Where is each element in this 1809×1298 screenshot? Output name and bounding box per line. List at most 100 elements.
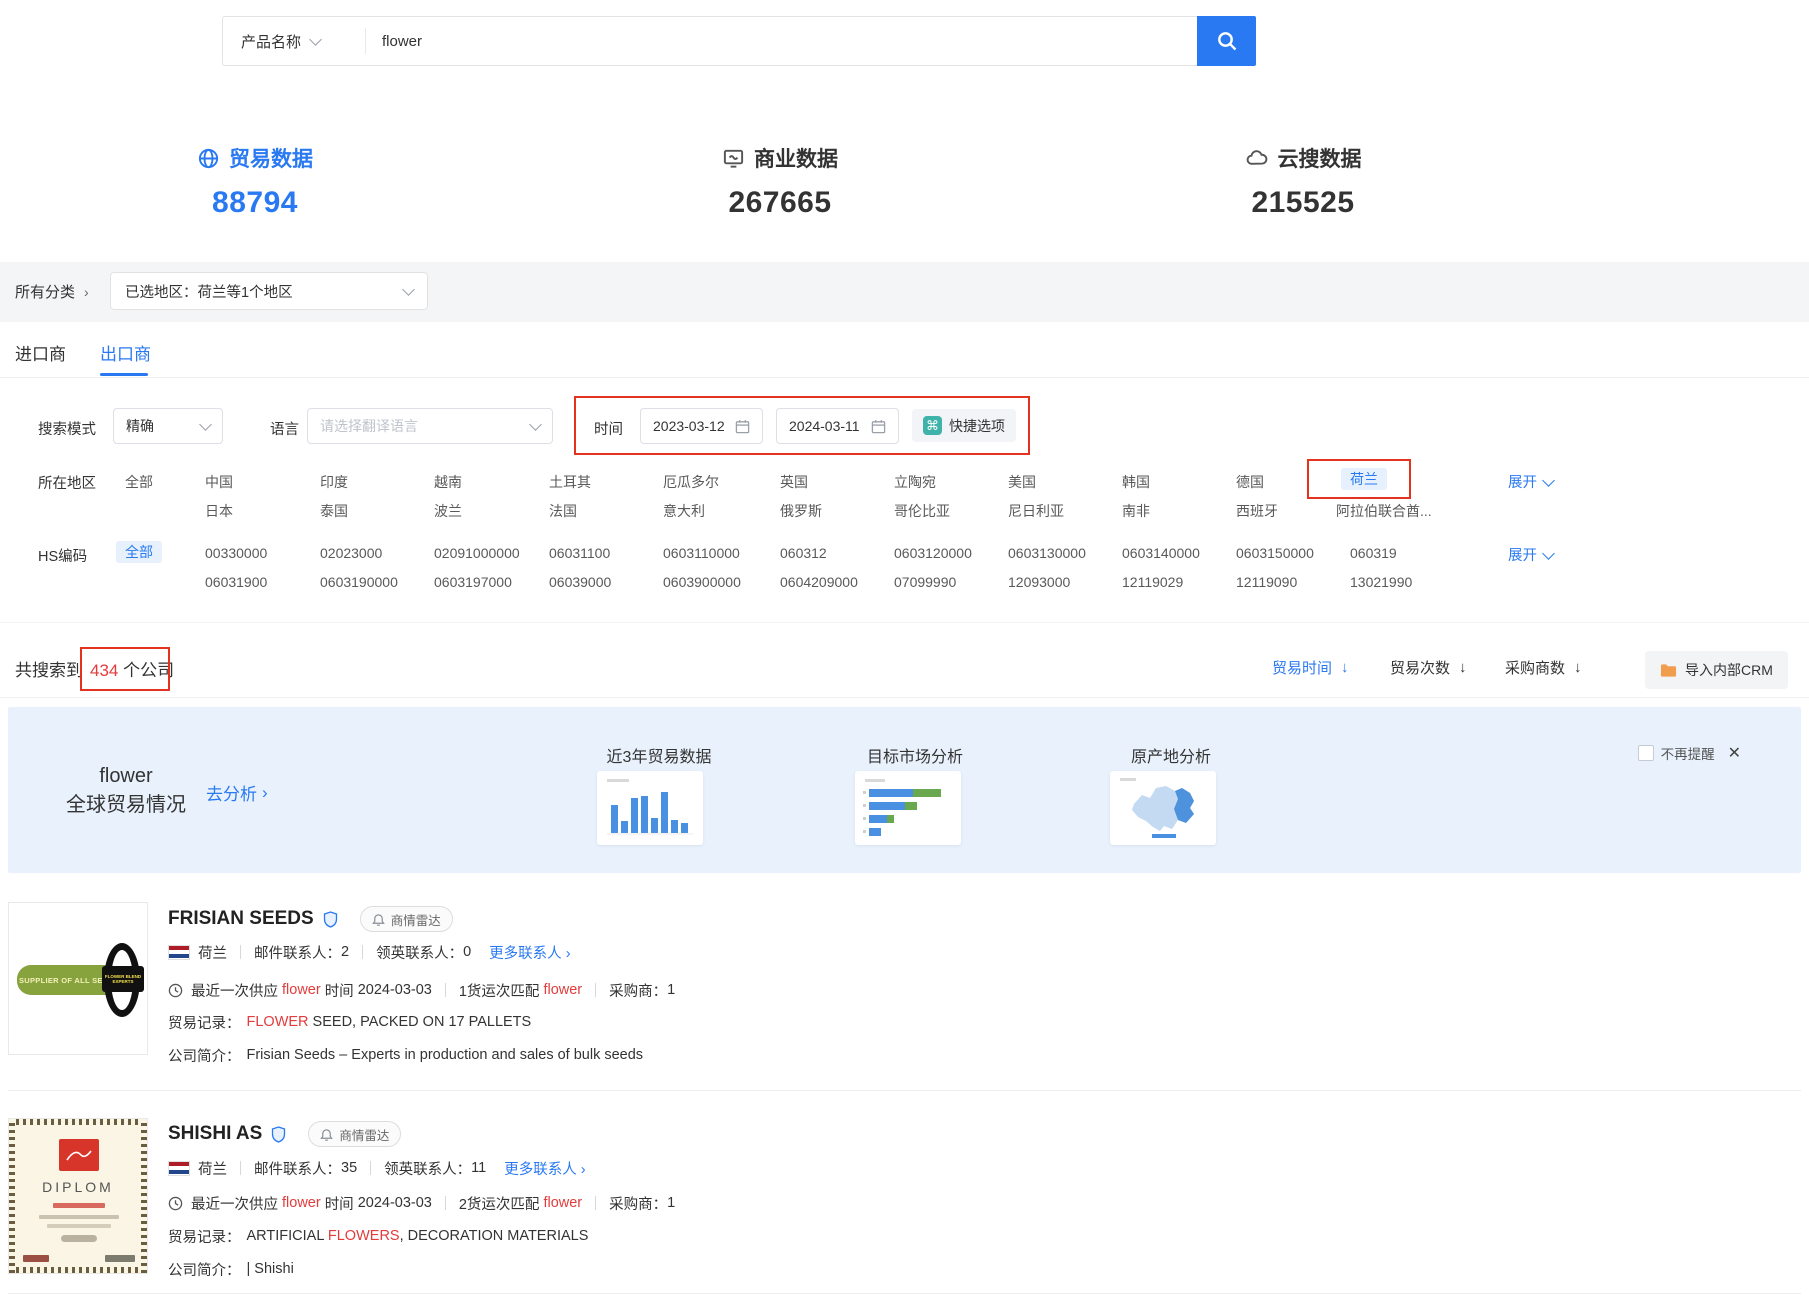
stat-business-data[interactable]: 商业数据 267665: [620, 143, 940, 220]
sort-buyer-count[interactable]: 采购商数 ↓: [1505, 657, 1582, 678]
location-option[interactable]: 韩国: [1122, 472, 1234, 492]
location-option[interactable]: 波兰: [434, 501, 546, 521]
location-option[interactable]: 土耳其: [549, 472, 661, 492]
hs-option[interactable]: 0603120000: [894, 545, 1006, 561]
hs-option[interactable]: 13021990: [1350, 574, 1462, 590]
company-logo-shishi[interactable]: DIPLOM: [8, 1118, 148, 1274]
hs-option[interactable]: 0603197000: [434, 574, 546, 590]
hs-option[interactable]: 07099990: [894, 574, 1006, 590]
search-input[interactable]: [366, 17, 1197, 65]
location-option[interactable]: 南非: [1122, 501, 1234, 521]
location-option[interactable]: 哥伦比亚: [894, 501, 1006, 521]
stat-value: 88794: [95, 186, 415, 220]
hs-option[interactable]: 02091000000: [434, 545, 546, 561]
company-supply-row: 最近一次供应 flower 时间 2024-03-03 1货运次匹配 flowe…: [168, 979, 675, 1001]
clock-icon: [168, 983, 183, 998]
hs-option[interactable]: 06031900: [205, 574, 317, 590]
go-analyze-link[interactable]: 去分析 ›: [206, 780, 268, 805]
hs-option[interactable]: 060319: [1350, 545, 1462, 561]
trade-bar-chart-thumbnail[interactable]: [597, 771, 703, 845]
business-radar-badge[interactable]: 商情雷达: [360, 906, 453, 932]
china-map-icon: [1110, 771, 1216, 845]
more-contacts-link[interactable]: 更多联系人 ›: [504, 1158, 585, 1179]
hs-option[interactable]: 12093000: [1008, 574, 1120, 590]
hs-option[interactable]: 0603110000: [663, 545, 775, 561]
location-option[interactable]: 法国: [549, 501, 661, 521]
chevron-right-icon: ›: [566, 946, 571, 962]
location-option-selected[interactable]: 荷兰: [1350, 469, 1462, 489]
selected-region-dropdown[interactable]: 已选地区：荷兰等1个地区: [110, 272, 428, 310]
company-intro-row: 公司简介： | Shishi: [168, 1258, 294, 1280]
stat-label: 商业数据: [754, 143, 838, 173]
clock-icon: [168, 1196, 183, 1211]
hs-option[interactable]: 06039000: [549, 574, 661, 590]
sort-trade-count[interactable]: 贸易次数 ↓: [1390, 657, 1467, 678]
location-option[interactable]: 美国: [1008, 472, 1120, 492]
search-category-dropdown[interactable]: 产品名称: [223, 17, 365, 65]
hs-option[interactable]: 0603900000: [663, 574, 775, 590]
hs-option[interactable]: 0603130000: [1008, 545, 1120, 561]
location-option[interactable]: 厄瓜多尔: [663, 472, 775, 492]
search-mode-select[interactable]: 精确: [113, 408, 223, 444]
email-contacts-value: 2: [341, 944, 349, 960]
hs-expand-link[interactable]: 展开: [1508, 544, 1553, 565]
import-crm-button[interactable]: 导入内部CRM: [1645, 651, 1788, 689]
location-option[interactable]: 西班牙: [1236, 501, 1348, 521]
company-name[interactable]: FRISIAN SEEDS: [168, 908, 314, 930]
stat-trade-data[interactable]: 贸易数据 88794: [95, 143, 415, 220]
monitor-icon: [722, 147, 745, 170]
hs-option[interactable]: 12119029: [1122, 574, 1234, 590]
location-option[interactable]: 立陶宛: [894, 472, 1006, 492]
location-expand-link[interactable]: 展开: [1508, 471, 1553, 492]
more-contacts-link[interactable]: 更多联系人 ›: [489, 942, 570, 963]
calendar-icon: [735, 419, 750, 434]
location-option[interactable]: 泰国: [320, 501, 432, 521]
supply-keyword: flower: [282, 1195, 321, 1211]
hs-option[interactable]: 0604209000: [780, 574, 892, 590]
company-name[interactable]: SHISHI AS: [168, 1123, 262, 1145]
location-option[interactable]: 英国: [780, 472, 892, 492]
language-select[interactable]: 请选择翻译语言: [307, 408, 553, 444]
buyer-value: 1: [667, 1195, 675, 1211]
quick-options-button[interactable]: ⌘ 快捷选项: [912, 409, 1016, 442]
sort-trade-time[interactable]: 贸易时间 ↓: [1272, 657, 1349, 678]
supply-time-label: 时间: [325, 1193, 354, 1214]
diploma-emblem: [59, 1139, 99, 1171]
search-button[interactable]: [1197, 16, 1256, 66]
tab-exporter[interactable]: 出口商: [100, 340, 151, 365]
date-from-input[interactable]: 2023-03-12: [640, 408, 763, 444]
location-option[interactable]: 越南: [434, 472, 546, 492]
language-label: 语言: [270, 418, 299, 439]
location-option[interactable]: 日本: [205, 501, 317, 521]
business-radar-badge[interactable]: 商情雷达: [308, 1121, 401, 1147]
hs-option[interactable]: 0603140000: [1122, 545, 1234, 561]
breadcrumb[interactable]: 所有分类 ›: [15, 281, 89, 302]
email-contacts-label: 邮件联系人：: [254, 942, 341, 963]
hs-option[interactable]: 0603150000: [1236, 545, 1348, 561]
dont-remind-checkbox[interactable]: [1638, 745, 1654, 761]
trade-record-label: 贸易记录：: [168, 1012, 241, 1033]
stat-cloud-data[interactable]: 云搜数据 215525: [1143, 143, 1463, 220]
tab-importer[interactable]: 进口商: [15, 340, 66, 365]
location-option[interactable]: 尼日利亚: [1008, 501, 1120, 521]
date-to-input[interactable]: 2024-03-11: [776, 408, 899, 444]
hs-option[interactable]: 06031100: [549, 545, 661, 561]
location-option[interactable]: 阿拉伯联合酋...: [1336, 501, 1466, 521]
company-logo-frisian[interactable]: SUPPLIER OF ALL SEEDS FLOWER BLEND EXPER…: [8, 902, 148, 1055]
origin-map-thumbnail[interactable]: [1110, 771, 1216, 845]
hs-option[interactable]: 0603190000: [320, 574, 432, 590]
logo-oval-text: FLOWER BLEND EXPERTS: [102, 966, 144, 992]
location-option[interactable]: 中国: [205, 472, 317, 492]
diploma-title: DIPLOM: [9, 1179, 147, 1195]
close-icon[interactable]: ✕: [1728, 743, 1741, 763]
location-option[interactable]: 俄罗斯: [780, 501, 892, 521]
hs-option[interactable]: 060312: [780, 545, 892, 561]
location-option[interactable]: 德国: [1236, 472, 1348, 492]
hs-option[interactable]: 02023000: [320, 545, 432, 561]
location-option[interactable]: 意大利: [663, 501, 775, 521]
hs-option[interactable]: 00330000: [205, 545, 317, 561]
market-analysis-thumbnail[interactable]: [855, 771, 961, 845]
dont-remind-label: 不再提醒: [1661, 743, 1715, 763]
hs-option[interactable]: 12119090: [1236, 574, 1348, 590]
location-option[interactable]: 印度: [320, 472, 432, 492]
